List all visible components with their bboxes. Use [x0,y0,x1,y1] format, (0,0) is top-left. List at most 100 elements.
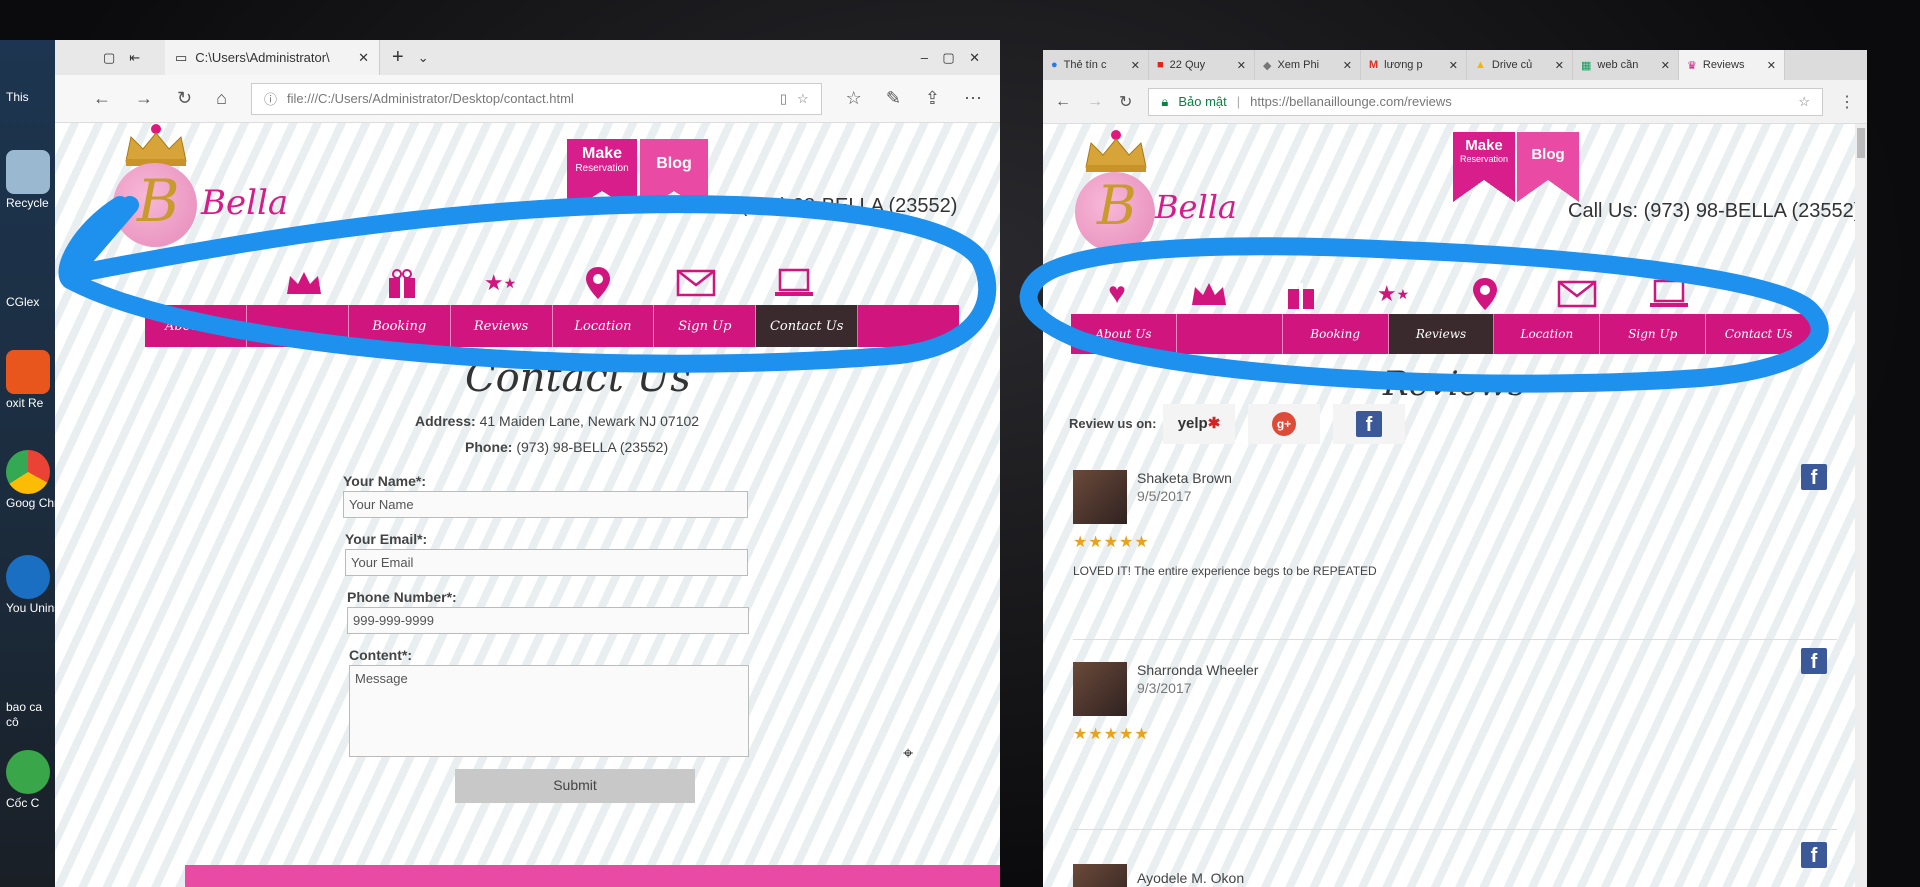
message-textarea[interactable]: Message [349,665,749,757]
favorite-star-icon[interactable]: ☆ [797,91,809,107]
nav-booking[interactable]: Booking [1283,314,1389,354]
phone-field[interactable]: 999-999-9999 [347,607,749,634]
name-field[interactable]: Your Name [343,491,748,518]
blog-button[interactable]: Blog [640,139,708,213]
chrome-icon [6,450,50,494]
chrome-tab-6[interactable]: ▦ web cần ✕ [1573,50,1679,80]
close-tab-icon[interactable]: ✕ [1131,59,1140,72]
pen-icon[interactable]: ✎ [886,88,901,109]
nav-home[interactable] [247,305,349,347]
mail-icon[interactable] [647,263,745,303]
make-label: Make [581,145,623,162]
nav-about-us[interactable]: About Us [1071,314,1177,354]
nav-home[interactable] [1177,314,1283,354]
chrome-tab-title: 22 Quy [1169,59,1206,71]
gmail-icon: M [1369,59,1379,71]
home-icon[interactable]: ⌂ [216,88,227,109]
make-reservation-button[interactable]: Make Reservation [1453,132,1515,202]
close-tab-icon[interactable]: ✕ [1237,59,1246,72]
stars-icon[interactable]: ★ ★ [451,263,549,303]
footer-bar [185,865,1000,887]
new-tab-icon[interactable]: + [392,46,404,69]
tab-favicon: ● [1051,59,1058,71]
facebook-icon[interactable]: f [1801,464,1827,490]
url-text: file:///C:/Users/Administrator/Desktop/c… [286,91,574,106]
facebook-icon[interactable]: f [1801,648,1827,674]
chrome-tab-1[interactable]: ● Thẻ tín c ✕ [1043,50,1149,80]
refresh-icon[interactable]: ↻ [177,88,192,109]
bookmark-star-icon[interactable]: ☆ [1798,94,1810,110]
nav-location[interactable]: Location [553,305,655,347]
crown-icon[interactable] [255,263,353,303]
youtube-icon: ■ [1157,59,1164,71]
edge-tab-contact[interactable]: ▭ C:\Users\Administrator\ ✕ [165,40,380,75]
nav-contact-us[interactable]: Contact Us [756,305,859,347]
chrome-tab-reviews[interactable]: ♛ Reviews ✕ [1679,50,1785,80]
brand-name: Bella [201,183,289,223]
menu-icon[interactable]: ⋮ [1839,92,1855,112]
facebook-review-button[interactable]: f [1333,404,1405,444]
forward-icon[interactable]: → [1087,93,1103,111]
close-tab-icon[interactable]: ✕ [1555,59,1564,72]
chrome-tab-3[interactable]: ◆ Xem Phi ✕ [1255,50,1361,80]
nav-location[interactable]: Location [1494,314,1601,354]
more-icon[interactable]: ⋯ [964,88,982,109]
crown-icon[interactable] [1163,274,1255,314]
close-tab-icon[interactable]: ✕ [1661,59,1670,72]
set-aside-icon[interactable]: ⇤ [129,50,140,66]
mail-icon[interactable] [1531,274,1623,314]
reading-view-icon[interactable]: ▯ [780,91,787,107]
chrome-tab-2[interactable]: ■ 22 Quy ✕ [1149,50,1255,80]
contact-page: B Bella Make Reservation Blog Call Us: (… [55,123,1000,887]
laptop-icon[interactable] [745,263,843,303]
nav-reviews[interactable]: Reviews [1388,314,1495,354]
location-pin-icon[interactable] [1439,274,1531,314]
star-rating: ★★★★★ [1073,534,1150,551]
yelp-button[interactable]: yelp✱ [1163,404,1235,444]
heart-icon[interactable]: ♥ [1071,274,1163,314]
back-icon[interactable]: ← [1055,93,1071,111]
url-text: https://bellanaillounge.com/reviews [1250,94,1452,109]
scrollbar-thumb[interactable] [1857,128,1865,158]
tab-list-icon[interactable]: ⌄ [418,50,429,66]
email-label: Your Email*: [345,531,428,547]
close-tab-icon[interactable]: ✕ [1343,59,1352,72]
stars-icon[interactable]: ★ ★ [1347,274,1439,314]
review-item: Sharronda Wheeler 9/3/2017 ★★★★★ f [1073,648,1837,782]
close-tab-icon[interactable]: ✕ [1767,59,1776,72]
google-plus-button[interactable]: g+ [1248,404,1320,444]
nav-contact-us[interactable]: Contact Us [1706,314,1811,354]
scrollbar[interactable] [1855,124,1867,887]
share-icon[interactable]: ⇪ [925,88,940,109]
favorites-icon[interactable]: ☆ [846,88,862,109]
gift-icon[interactable] [353,263,451,303]
submit-button[interactable]: Submit [455,769,695,803]
close-tab-icon[interactable]: ✕ [358,50,369,66]
nav-reviews[interactable]: Reviews [451,305,553,347]
chrome-tab-5[interactable]: ▲ Drive củ ✕ [1467,50,1573,80]
nav-sign-up[interactable]: Sign Up [654,305,757,347]
nav-booking[interactable]: Booking [349,305,451,347]
tab-preview-icon[interactable]: ▢ [103,50,115,66]
email-field[interactable]: Your Email [345,549,748,576]
nav-about-us[interactable]: About Us [145,305,247,347]
back-icon[interactable]: ← [93,88,111,109]
page-title: Reviews [1383,364,1526,404]
facebook-icon[interactable]: f [1801,842,1827,868]
forward-icon[interactable]: → [135,88,153,109]
nav-sign-up[interactable]: Sign Up [1600,314,1707,354]
make-reservation-button[interactable]: Make Reservation [567,139,637,213]
close-tab-icon[interactable]: ✕ [1449,59,1458,72]
omnibox[interactable]: 🔒︎ Bảo mật | https://bellanaillounge.com… [1148,87,1823,116]
gift-icon[interactable] [1255,274,1347,314]
address-value: 41 Maiden Lane, Newark NJ 07102 [479,413,700,429]
refresh-icon[interactable]: ↻ [1119,92,1132,112]
desktop-label: This [6,90,29,104]
reviews-page: B Bella Make Reservation Blog Call Us: (… [1043,124,1867,887]
chrome-tab-4[interactable]: Mlương p ✕ [1361,50,1467,80]
url-field[interactable]: ⓘ file:///C:/Users/Administrator/Desktop… [250,82,822,115]
laptop-icon[interactable] [1623,274,1715,314]
tab-actions: ▢ ⇤ [55,50,140,66]
blog-button[interactable]: Blog [1517,132,1579,202]
location-pin-icon[interactable] [549,263,647,303]
